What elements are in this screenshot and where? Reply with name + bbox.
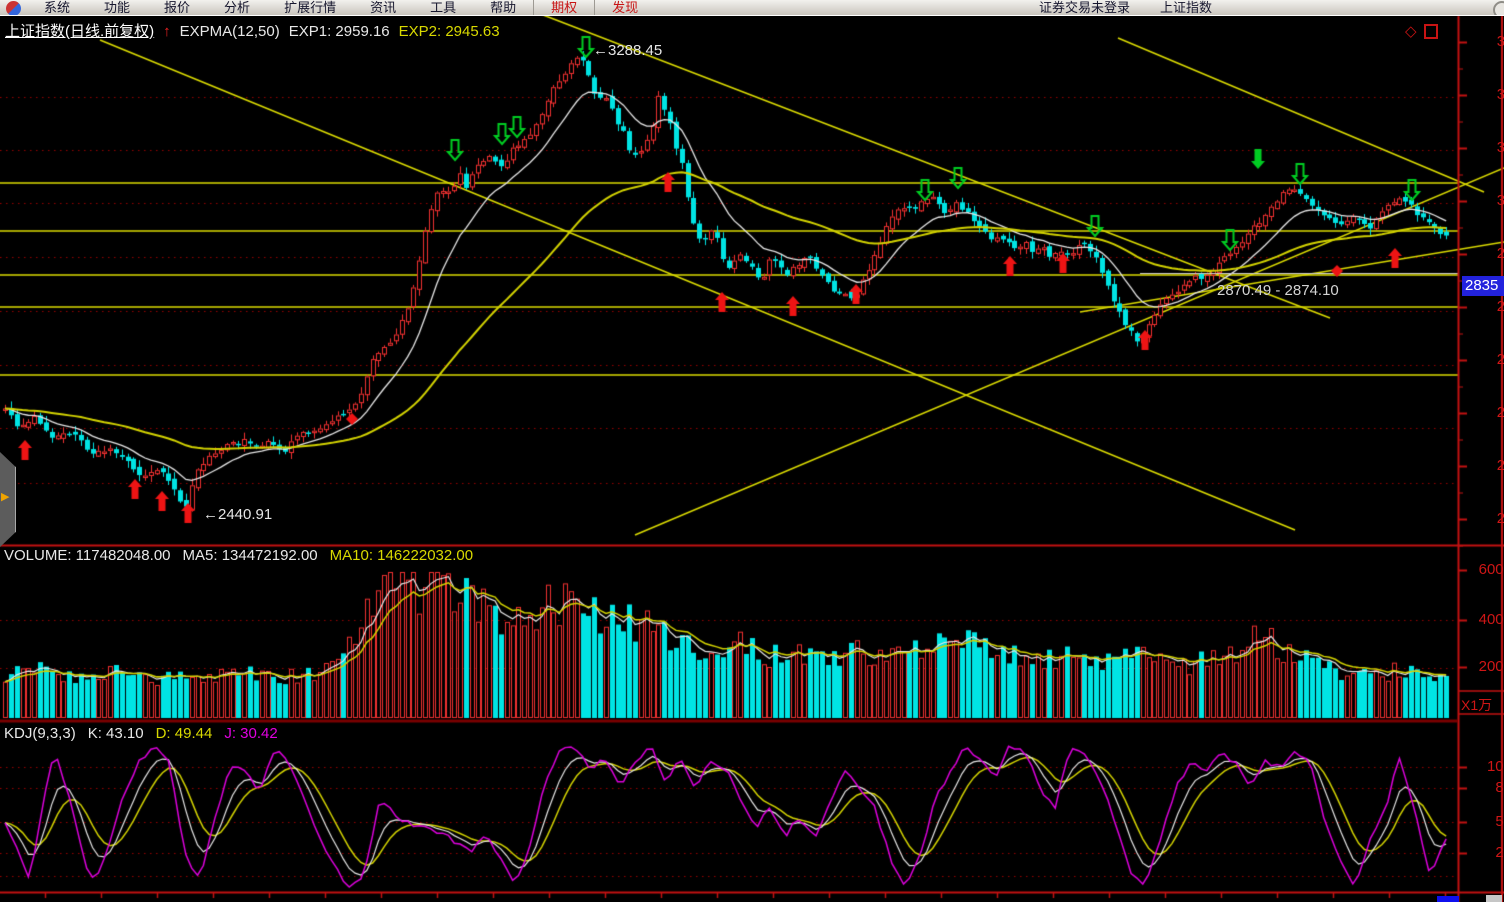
gap-price-label: 2870.49 - 2874.10 [1217,282,1339,299]
main-axis-label: 2800.00 [1491,298,1504,315]
exp1-value: EXP1: 2959.16 [289,23,390,40]
sidebar-collapse-handle[interactable]: ▶ [0,452,16,547]
volume-header: VOLUME: 117482048.00 MA5: 134472192.00 M… [4,547,473,564]
menu-item-function[interactable]: 功能 [87,0,147,16]
volume-axis-label: 6000 [1452,561,1504,578]
main-axis-label: 2700.00 [1491,351,1504,368]
main-axis-label: 3000.00 [1491,192,1504,209]
diamond-icon[interactable]: ◇ [1405,22,1417,40]
window-controls: ◇ [1405,22,1438,40]
exp2-value: EXP2: 2945.63 [399,23,500,40]
menu-circle-icon[interactable] [1493,1,1504,16]
menu-item-help[interactable]: 帮助 [473,0,533,16]
volume-ma10-value: MA10: 146222032.00 [330,547,473,564]
last-price-badge: 2835 [1462,276,1504,296]
main-axis-label: 3100.00 [1491,139,1504,156]
buy-signal-arrow-icon: ↑ [163,23,171,40]
chart-canvas[interactable] [0,0,1504,902]
menu-item-tools[interactable]: 工具 [413,0,473,16]
kdj-d-value: D: 49.44 [156,725,213,742]
menu-item-ext-quotes[interactable]: 扩展行情 [267,0,353,16]
volume-axis-label: 4000 [1452,611,1504,628]
main-axis-label: 2400.00 [1491,510,1504,527]
main-axis-label: 2900.00 [1491,245,1504,262]
restore-window-icon[interactable] [1424,24,1438,39]
expma-label: EXPMA(12,50) [180,23,280,40]
kdj-j-value: J: 30.42 [224,725,277,742]
kdj-axis-label: 20 [1452,844,1504,861]
main-axis-label: 3300.00 [1491,33,1504,50]
expand-arrow-icon: ▶ [1,490,9,503]
volume-axis-unit: X1万 [1461,695,1492,715]
menu-bar: 系统功能报价分析扩展行情资讯工具帮助期权发现 证券交易未登录 上证指数 [0,0,1504,16]
menu-item-analysis[interactable]: 分析 [207,0,267,16]
chart-title[interactable]: 上证指数(日线.前复权) [5,20,154,41]
scrollbar-corner [1486,895,1502,902]
kdj-name: KDJ(9,3,3) [4,725,76,742]
volume-value: VOLUME: 117482048.00 [4,547,171,564]
login-status: 证券交易未登录 [1039,0,1130,16]
kdj-k-value: K: 43.10 [88,725,144,742]
kdj-axis-label: 100 [1452,758,1504,775]
trough-price-label: ←2440.91 [203,506,272,523]
peak-price-label: ←3288.45 [593,42,662,59]
kdj-axis-label: 50 [1452,813,1504,830]
menu-item-quote[interactable]: 报价 [147,0,207,16]
current-symbol-label[interactable]: 上证指数 [1160,0,1212,16]
main-axis-label: 2600.00 [1491,404,1504,421]
app-logo-icon [6,1,21,16]
kdj-header: KDJ(9,3,3) K: 43.10 D: 49.44 J: 30.42 [4,725,278,742]
volume-axis-label: 2000 [1452,658,1504,675]
left-arrow-icon: ← [593,42,608,59]
main-axis-label: 3200.00 [1491,86,1504,103]
volume-ma5-value: MA5: 134472192.00 [183,547,318,564]
main-axis-label: 2500.00 [1491,457,1504,474]
scrollbar-thumb[interactable] [1437,896,1459,902]
menu-bar-items: 系统功能报价分析扩展行情资讯工具帮助期权发现 [27,0,655,16]
chart-header: 上证指数(日线.前复权) ↑ EXPMA(12,50) EXP1: 2959.1… [5,20,500,41]
menu-item-news[interactable]: 资讯 [353,0,413,16]
screen: 系统功能报价分析扩展行情资讯工具帮助期权发现 证券交易未登录 上证指数 上证指数… [0,0,1504,902]
menu-item-options[interactable]: 期权 [533,0,594,16]
kdj-axis-label: 80 [1452,779,1504,796]
menu-item-discover[interactable]: 发现 [594,0,655,16]
menu-item-system[interactable]: 系统 [27,0,87,16]
